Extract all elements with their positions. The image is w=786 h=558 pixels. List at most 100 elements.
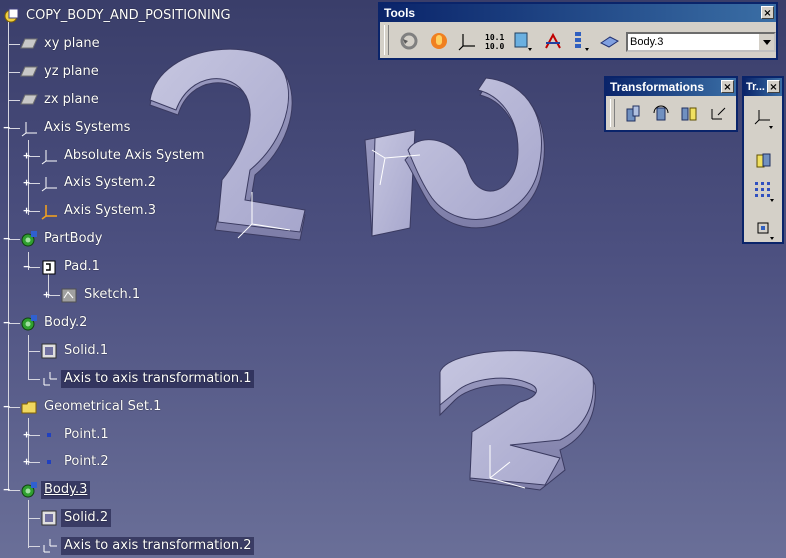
transformations-close-button[interactable]: × bbox=[721, 80, 734, 93]
point-icon bbox=[40, 453, 58, 471]
tools-toolbar-body: 10.1 10.0 Body.3 bbox=[380, 22, 776, 58]
tree-node-label: PartBody bbox=[44, 231, 103, 247]
axis-to-axis-icon[interactable] bbox=[704, 100, 730, 126]
solid-body-3[interactable] bbox=[364, 77, 545, 237]
tree-connector bbox=[28, 500, 29, 548]
tree-node[interactable]: Axis System.2 bbox=[40, 172, 159, 194]
tree-connector bbox=[28, 378, 40, 380]
solid-body-pad[interactable] bbox=[439, 350, 596, 491]
expand-icon[interactable]: + bbox=[22, 429, 31, 440]
symmetry-icon[interactable] bbox=[676, 100, 702, 126]
body-insert-icon[interactable] bbox=[751, 148, 777, 174]
tools-close-button[interactable]: × bbox=[761, 6, 774, 19]
tree-node[interactable]: xy plane bbox=[20, 33, 103, 55]
toolbar-grip[interactable] bbox=[610, 99, 615, 127]
tree-node-label: Body.2 bbox=[44, 314, 88, 330]
axis-systems-icon bbox=[20, 119, 38, 137]
axis-system-icon[interactable] bbox=[454, 28, 480, 54]
tree-node[interactable]: Axis to axis transformation.1 bbox=[40, 368, 255, 390]
update-icon[interactable] bbox=[396, 28, 422, 54]
tree-node[interactable]: Axis System.3 bbox=[40, 200, 159, 222]
current-body-value: Body.3 bbox=[630, 36, 664, 48]
tree-node[interactable]: Axis to axis transformation.2 bbox=[40, 535, 255, 557]
tree-node[interactable]: Sketch.1 bbox=[60, 284, 143, 306]
chevron-down-icon[interactable] bbox=[758, 34, 774, 50]
tree-node[interactable]: Point.1 bbox=[40, 424, 112, 446]
layer-icon[interactable] bbox=[596, 28, 622, 54]
axis-transform-icon bbox=[40, 537, 58, 555]
tree-node-label: zx plane bbox=[44, 91, 99, 107]
tree-node[interactable]: COPY_BODY_AND_POSITIONING bbox=[2, 5, 234, 27]
point-icon bbox=[40, 426, 58, 444]
tree-node-label: yz plane bbox=[44, 63, 99, 79]
current-body-select[interactable]: Body.3 bbox=[626, 32, 776, 52]
tree-node[interactable]: yz plane bbox=[20, 61, 102, 83]
geometrical-set-icon bbox=[20, 398, 38, 416]
tree-node[interactable]: Axis Systems bbox=[20, 117, 133, 139]
tree-node[interactable]: Geometrical Set.1 bbox=[20, 396, 164, 418]
svg-text:10.1: 10.1 bbox=[485, 33, 504, 42]
specification-tree: COPY_BODY_AND_POSITIONINGxy plane yz plan… bbox=[0, 0, 260, 558]
tree-connector bbox=[8, 99, 20, 101]
scale-dropdown-icon[interactable] bbox=[751, 216, 777, 242]
tree-node-label: Point.1 bbox=[64, 426, 109, 442]
solid-icon bbox=[40, 509, 58, 527]
unit-icon[interactable]: 10.1 10.0 bbox=[482, 28, 508, 54]
axis-system-active-icon bbox=[40, 202, 58, 220]
collapse-icon[interactable]: − bbox=[2, 233, 11, 244]
tools-title-text: Tools bbox=[384, 6, 416, 20]
transformations-toolbar-title[interactable]: Transformations × bbox=[606, 78, 736, 96]
tree-node[interactable]: PartBody bbox=[20, 228, 105, 250]
translate-icon[interactable] bbox=[620, 100, 646, 126]
cube-dropdown-icon[interactable] bbox=[510, 28, 536, 54]
tree-node[interactable]: Solid.1 bbox=[40, 340, 111, 362]
axis-transform-icon bbox=[40, 370, 58, 388]
tree-node[interactable]: Body.2 bbox=[20, 312, 90, 334]
rotate-icon[interactable] bbox=[648, 100, 674, 126]
tree-node[interactable]: Pad.1 bbox=[40, 256, 103, 278]
tools-toolbar: Tools × 10.1 10.0 Body.3 bbox=[378, 2, 778, 60]
tree-node[interactable]: zx plane bbox=[20, 89, 102, 111]
collapse-icon[interactable]: − bbox=[22, 261, 31, 272]
tree-node-label: Pad.1 bbox=[64, 259, 100, 275]
expand-icon[interactable]: + bbox=[22, 205, 31, 216]
collapse-icon[interactable]: − bbox=[2, 317, 11, 328]
tree-node-label: Axis Systems bbox=[44, 119, 131, 135]
tree-node[interactable]: Solid.2 bbox=[40, 507, 112, 529]
tr-toolbar-title[interactable]: Tr... × bbox=[744, 78, 782, 96]
plane-icon bbox=[20, 35, 38, 53]
transformations-title-text: Transformations bbox=[610, 80, 705, 94]
toolbar-grip[interactable] bbox=[384, 25, 389, 55]
tree-connector bbox=[8, 43, 20, 45]
tr-toolbar: Tr... × bbox=[742, 76, 784, 244]
tree-connector bbox=[28, 518, 40, 520]
expand-icon[interactable]: + bbox=[22, 456, 31, 467]
pad-icon bbox=[40, 258, 58, 276]
tree-node-label: Geometrical Set.1 bbox=[44, 398, 162, 414]
axis-system-icon bbox=[40, 147, 58, 165]
part-root-icon bbox=[2, 7, 20, 25]
expand-icon[interactable]: + bbox=[22, 177, 31, 188]
tree-node[interactable]: Point.2 bbox=[40, 451, 112, 473]
list-dropdown-icon[interactable] bbox=[568, 28, 594, 54]
tree-node[interactable]: Absolute Axis System bbox=[40, 145, 208, 167]
tree-node-label: Solid.2 bbox=[61, 509, 112, 528]
tr-toolbar-body bbox=[744, 96, 782, 242]
pattern-dropdown-icon[interactable] bbox=[751, 178, 777, 204]
tree-node-label: Axis to axis transformation.2 bbox=[61, 537, 255, 556]
plane-icon bbox=[20, 63, 38, 81]
collapse-icon[interactable]: − bbox=[2, 484, 11, 495]
hand-icon[interactable] bbox=[426, 28, 452, 54]
collapse-icon[interactable]: − bbox=[2, 401, 11, 412]
tree-connector bbox=[28, 546, 40, 548]
expand-icon[interactable]: + bbox=[42, 289, 51, 300]
tools-toolbar-title[interactable]: Tools × bbox=[380, 4, 776, 22]
expand-icon[interactable]: + bbox=[22, 150, 31, 161]
tree-connector bbox=[28, 335, 29, 380]
collapse-icon[interactable]: − bbox=[2, 122, 11, 133]
tree-node-label: COPY_BODY_AND_POSITIONING bbox=[26, 8, 231, 23]
tr-close-button[interactable]: × bbox=[767, 80, 780, 93]
sketch-cut-icon[interactable] bbox=[540, 28, 566, 54]
axis-dropdown-icon[interactable] bbox=[751, 104, 777, 130]
tree-node[interactable]: Body.3 bbox=[20, 479, 91, 501]
